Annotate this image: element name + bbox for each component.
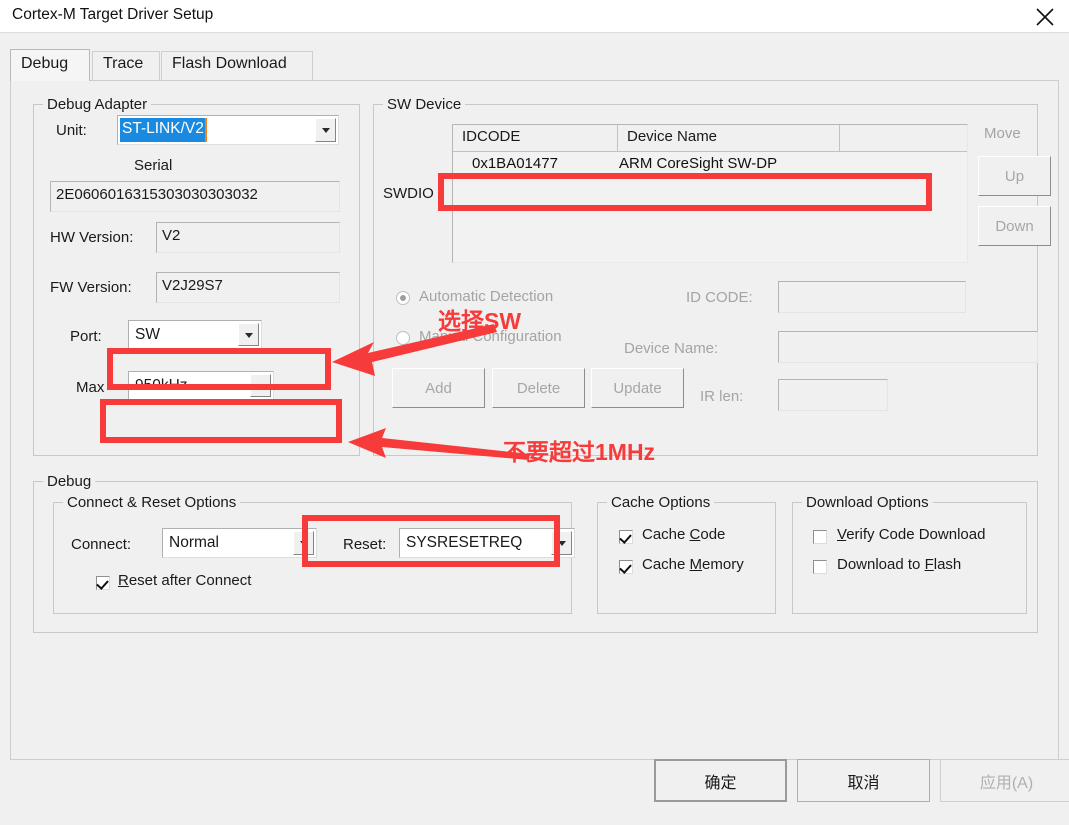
tab-flash-download-label: Flash Download xyxy=(172,55,287,72)
port-combo-value: SW xyxy=(135,325,160,343)
chevron-down-icon[interactable] xyxy=(250,374,271,397)
move-label: Move xyxy=(984,125,1021,142)
reset-label: Reset: xyxy=(343,536,387,553)
cell-idcode: 0x1BA01477 xyxy=(472,155,558,172)
move-down-label: Down xyxy=(995,217,1034,235)
delete-button[interactable]: Delete xyxy=(492,368,585,408)
add-label: Add xyxy=(425,379,452,397)
unit-combo[interactable]: ST-LINK/V2 xyxy=(117,115,339,145)
delete-label: Delete xyxy=(516,379,561,397)
update-button[interactable]: Update xyxy=(591,368,684,408)
hw-version-label: HW Version: xyxy=(50,229,134,246)
device-name-field[interactable] xyxy=(778,331,1038,363)
chevron-down-icon[interactable] xyxy=(238,323,259,346)
sw-device-list-header: IDCODE Device Name xyxy=(453,125,967,152)
tab-trace[interactable]: Trace xyxy=(92,51,160,81)
debug-legend: Debug xyxy=(43,473,96,490)
automatic-detection-radio[interactable] xyxy=(396,291,410,305)
reset-after-connect-checkbox[interactable] xyxy=(96,576,110,590)
ir-len-field[interactable] xyxy=(778,379,888,411)
cache-options-group: Cache Options Cache Code Cache Memory xyxy=(597,494,776,614)
apply-label: 应用(A) xyxy=(979,774,1034,792)
ok-label: 确定 xyxy=(704,774,737,792)
connect-reset-legend: Connect & Reset Options xyxy=(63,494,241,511)
title-bar: Cortex-M Target Driver Setup xyxy=(0,0,1069,32)
cache-code-checkbox[interactable] xyxy=(619,530,633,544)
column-header-idcode[interactable]: IDCODE xyxy=(453,125,618,151)
apply-button[interactable]: 应用(A) xyxy=(940,759,1069,802)
fw-version-label: FW Version: xyxy=(50,279,132,296)
verify-code-download-checkbox[interactable] xyxy=(813,530,827,544)
manual-configuration-radio[interactable] xyxy=(396,331,410,345)
dialog-body: Debug Trace Flash Download Debug Adapter… xyxy=(0,32,1069,825)
tab-debug[interactable]: Debug xyxy=(10,49,90,81)
move-up-button[interactable]: Up xyxy=(978,156,1051,196)
table-row[interactable]: 0x1BA01477 ARM CoreSight SW-DP xyxy=(453,152,967,178)
sw-device-group: SW Device SWDIO IDCODE Device Name 0x1BA… xyxy=(373,96,1051,456)
debug-tab-panel: Debug Adapter Unit: ST-LINK/V2 Serial 2E… xyxy=(10,80,1059,760)
device-name-label: Device Name: xyxy=(624,340,719,357)
ir-len-label: IR len: xyxy=(700,388,744,405)
unit-label: Unit: xyxy=(56,122,87,139)
cache-memory-checkbox[interactable] xyxy=(619,560,633,574)
debug-adapter-group: Debug Adapter Unit: ST-LINK/V2 Serial 2E… xyxy=(33,96,360,456)
close-icon xyxy=(1036,8,1054,26)
automatic-detection-label: Automatic Detection xyxy=(419,288,554,305)
cache-memory-label: Cache Memory xyxy=(642,556,744,573)
cache-options-legend: Cache Options xyxy=(607,494,715,511)
tab-debug-label: Debug xyxy=(21,55,69,72)
max-label: Max xyxy=(76,379,105,396)
connect-reset-options-group: Connect & Reset Options Connect: Normal … xyxy=(53,494,575,614)
sw-device-legend: SW Device xyxy=(383,96,466,113)
column-header-extra[interactable] xyxy=(840,125,969,151)
max-clock-value: 950kHz xyxy=(135,376,188,394)
download-options-group: Download Options Verify Code Download Do… xyxy=(792,494,1027,614)
cancel-button[interactable]: 取消 xyxy=(797,759,930,802)
manual-configuration-label: Manual Configuration xyxy=(419,328,562,345)
tab-trace-label: Trace xyxy=(103,55,144,72)
id-code-field[interactable] xyxy=(778,281,966,313)
download-options-legend: Download Options xyxy=(802,494,933,511)
fw-version-field[interactable]: V2J29S7 xyxy=(156,272,340,303)
cell-device-name: ARM CoreSight SW-DP xyxy=(619,155,778,172)
debug-adapter-legend: Debug Adapter xyxy=(43,96,152,113)
chevron-down-icon[interactable] xyxy=(551,531,572,555)
swdio-label: SWDIO xyxy=(383,185,434,202)
debug-group: Debug Connect & Reset Options Connect: N… xyxy=(33,473,1038,633)
close-button[interactable] xyxy=(1023,0,1069,32)
download-to-flash-label: Download to Flash xyxy=(837,556,962,573)
connect-combo[interactable]: Normal xyxy=(162,528,317,558)
add-button[interactable]: Add xyxy=(392,368,485,408)
window-title: Cortex-M Target Driver Setup xyxy=(12,6,214,23)
port-combo[interactable]: SW xyxy=(128,320,262,349)
serial-label: Serial xyxy=(134,157,173,174)
max-clock-combo[interactable]: 950kHz xyxy=(128,371,274,400)
port-label: Port: xyxy=(70,328,102,345)
serial-field[interactable]: 2E0606016315303030303032 xyxy=(50,181,340,212)
id-code-label: ID CODE: xyxy=(686,289,753,306)
ok-button[interactable]: 确定 xyxy=(654,759,787,802)
connect-label: Connect: xyxy=(71,536,132,553)
chevron-down-icon[interactable] xyxy=(293,531,314,555)
hw-version-field[interactable]: V2 xyxy=(156,222,340,253)
tab-strip: Debug Trace Flash Download xyxy=(10,49,1059,81)
reset-combo[interactable]: SYSRESETREQ xyxy=(399,528,575,558)
verify-code-download-label: Verify Code Download xyxy=(837,526,986,543)
download-to-flash-checkbox[interactable] xyxy=(813,560,827,574)
tab-flash-download[interactable]: Flash Download xyxy=(161,51,313,81)
update-label: Update xyxy=(613,379,662,397)
cache-code-label: Cache Code xyxy=(642,526,726,543)
sw-device-list[interactable]: IDCODE Device Name 0x1BA01477 ARM CoreSi… xyxy=(452,124,968,263)
move-down-button[interactable]: Down xyxy=(978,206,1051,246)
column-header-device-name[interactable]: Device Name xyxy=(618,125,840,151)
unit-combo-value: ST-LINK/V2 xyxy=(120,118,207,142)
move-up-label: Up xyxy=(1004,167,1025,185)
reset-after-connect-label: Reset after Connect xyxy=(118,572,252,589)
reset-combo-value: SYSRESETREQ xyxy=(406,534,523,551)
cancel-label: 取消 xyxy=(847,774,880,792)
chevron-down-icon[interactable] xyxy=(315,118,336,142)
connect-combo-value: Normal xyxy=(169,534,219,551)
